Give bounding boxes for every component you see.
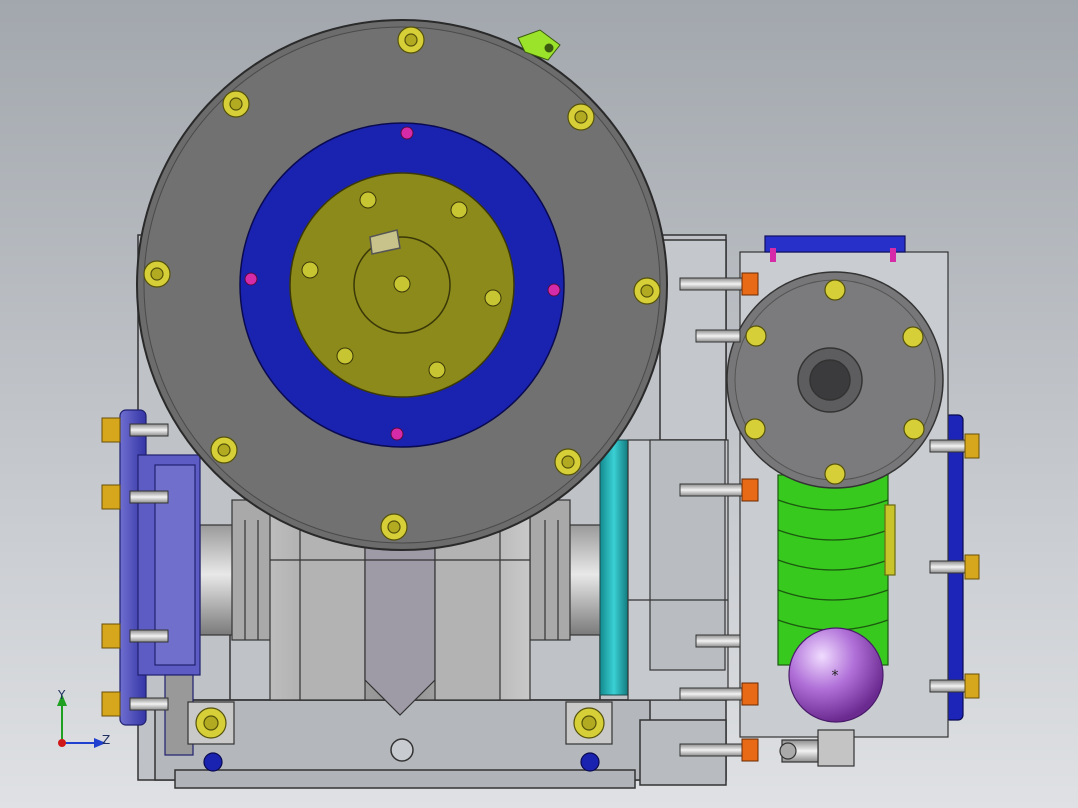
bolt-head <box>222 90 250 118</box>
gearbox-assembly-drawing: * <box>101 19 980 789</box>
bolt-head <box>633 277 661 305</box>
input-shaft-cover <box>726 271 944 489</box>
axis-z-label: Z <box>102 733 111 747</box>
right-side-housing <box>627 439 729 701</box>
bolt-head <box>143 260 171 288</box>
coordinate-triad-icon <box>57 694 106 748</box>
purple-ball: * <box>788 627 884 723</box>
bolt-head <box>397 26 425 54</box>
cad-viewport[interactable]: * Y Z <box>0 0 1078 808</box>
svg-text:*: * <box>832 668 839 684</box>
bolt-head <box>380 513 408 541</box>
teal-ring <box>599 439 629 696</box>
bolt-head <box>567 103 595 131</box>
axis-y-label: Y <box>58 688 66 702</box>
bolt-head <box>554 448 582 476</box>
bolt-head <box>210 436 238 464</box>
